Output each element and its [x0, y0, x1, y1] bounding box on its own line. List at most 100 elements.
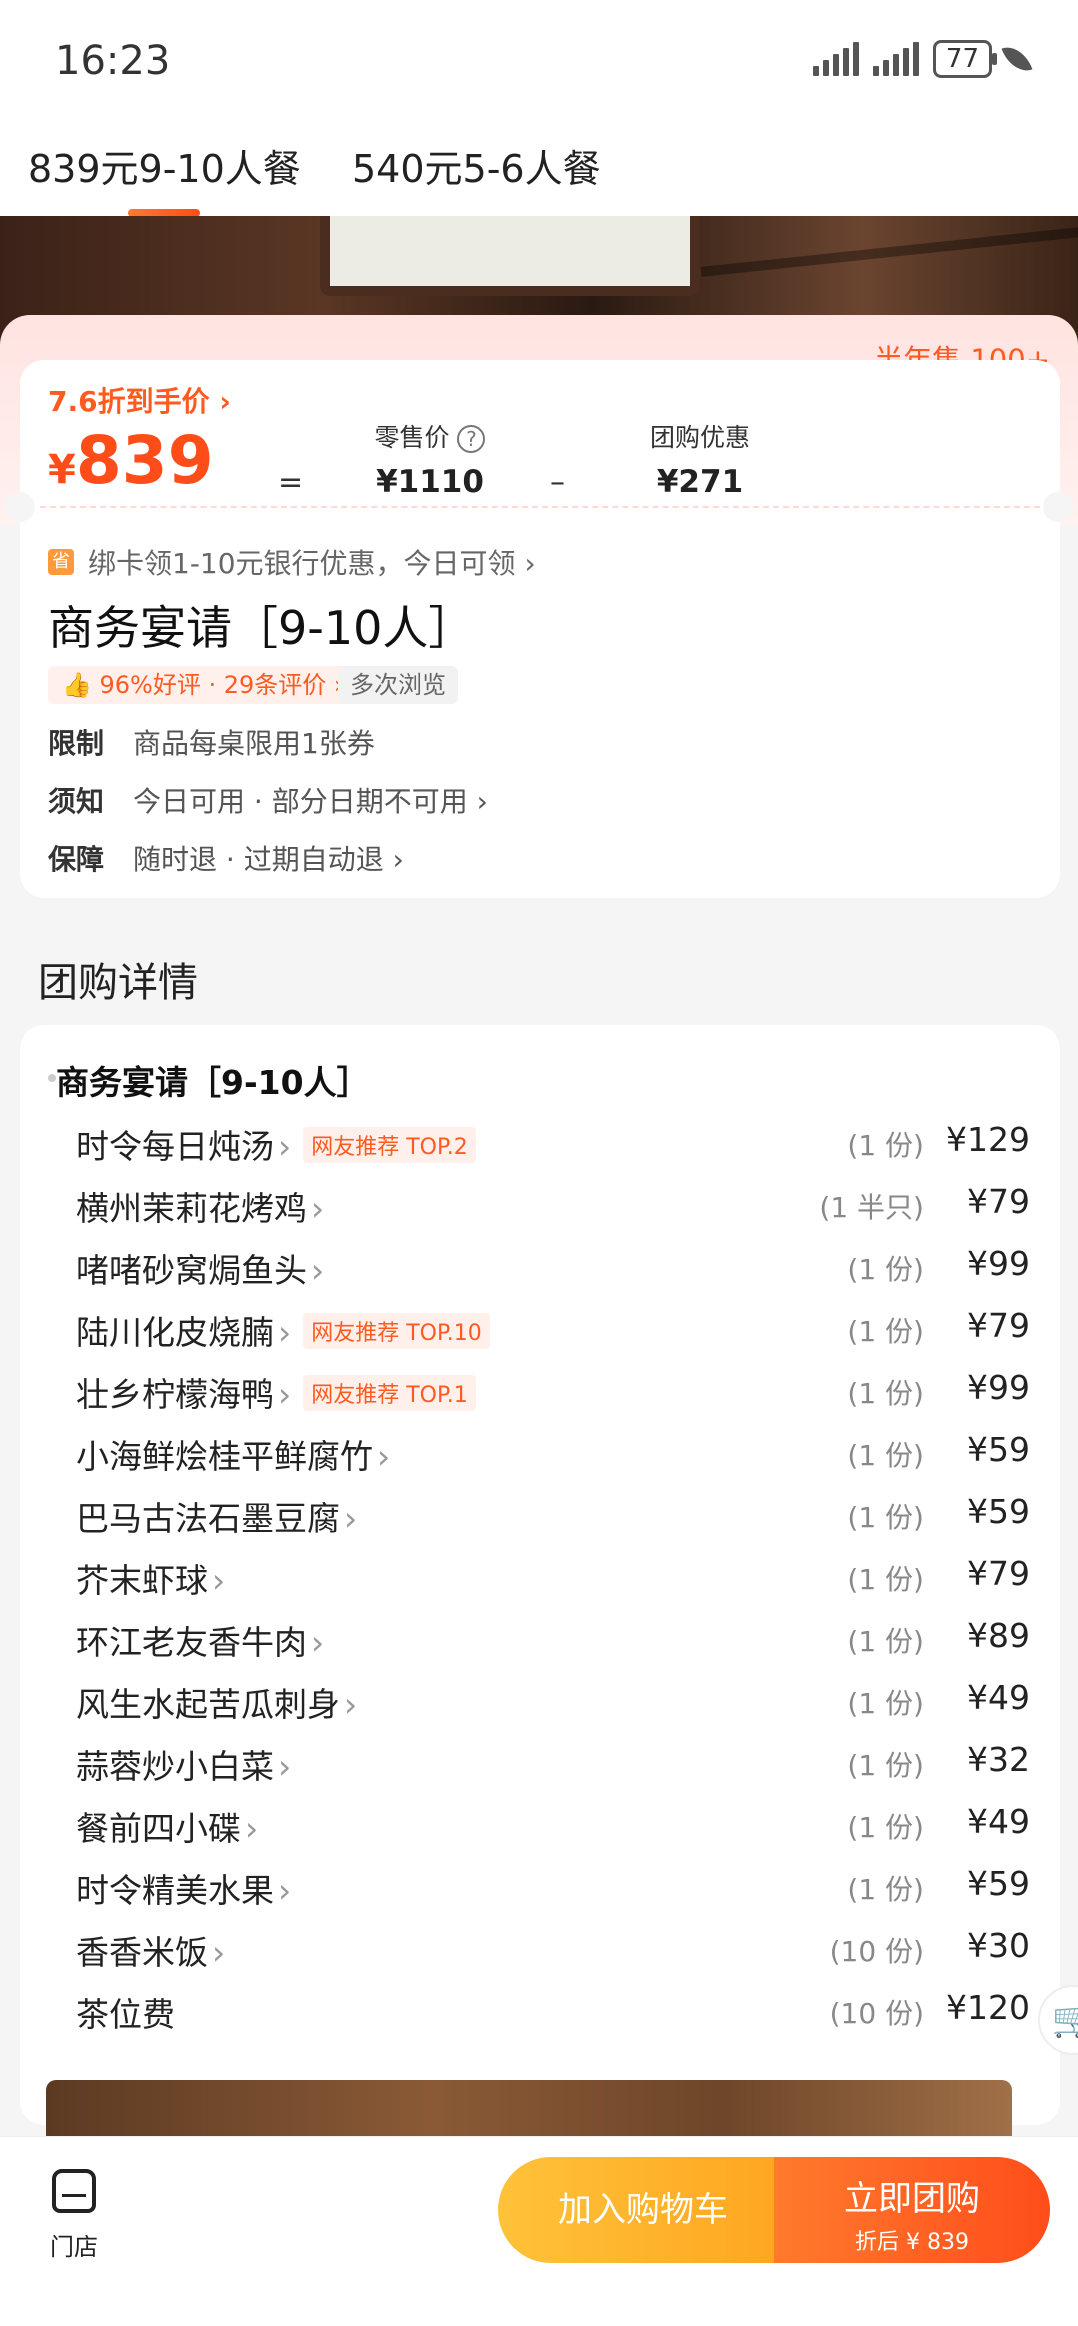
- menu-item[interactable]: 时令精美水果 › (1 份) ¥59: [0, 1854, 1078, 1916]
- menu-item[interactable]: 横州茉莉花烤鸡 › (1 半只) ¥79: [0, 1172, 1078, 1234]
- help-icon[interactable]: ?: [457, 425, 486, 453]
- chevron-right-icon: ›: [344, 1685, 358, 1724]
- menu-item-name: 啫啫砂窝焗鱼头: [76, 1251, 307, 1290]
- chevron-right-icon: ›: [278, 1375, 292, 1414]
- menu-item[interactable]: 陆川化皮烧腩 › 网友推荐 TOP.10 (1 份) ¥79: [0, 1296, 1078, 1358]
- menu-item-name: 香香米饭: [76, 1933, 208, 1972]
- deal-info-card: 省 绑卡领1-10元银行优惠，今日可领 › 商务宴请［9-10人］ 👍 96%好…: [20, 520, 1060, 898]
- menu-item[interactable]: 餐前四小碟 › (1 份) ¥49: [0, 1792, 1078, 1854]
- price-breakdown: 7.6折到手价 › ¥839 = 零售价 ? ¥1110 – 团购优惠 ¥271: [20, 360, 1060, 530]
- menu-item-price: ¥89: [967, 1616, 1030, 1655]
- menu-item-price: ¥59: [967, 1864, 1030, 1903]
- chevron-right-icon: ›: [212, 1561, 226, 1600]
- menu-item-qty: (1 份): [847, 1253, 924, 1286]
- system-icons: 77: [812, 40, 1033, 78]
- menu-item-price: ¥79: [967, 1306, 1030, 1345]
- menu-item-qty: (1 份): [847, 1873, 924, 1906]
- battery-icon: 77: [932, 40, 998, 78]
- tab-package-540[interactable]: 540元5-6人餐: [352, 138, 601, 193]
- chevron-right-icon: ›: [278, 1313, 292, 1352]
- menu-item-qty: (1 份): [847, 1811, 924, 1844]
- menu-item-name-wrap: 芥末虾球 ›: [76, 1554, 225, 1602]
- menu-item-qty: (10 份): [829, 1997, 924, 2030]
- coupon-icon: 省: [48, 549, 74, 575]
- menu-item-name: 陆川化皮烧腩: [76, 1313, 274, 1352]
- chevron-right-icon: ›: [377, 1437, 391, 1476]
- chevron-right-icon: ›: [278, 1747, 292, 1786]
- menu-item[interactable]: 香香米饭 › (10 份) ¥30: [0, 1916, 1078, 1978]
- minus-sign: –: [550, 465, 565, 500]
- retail-price-box: 零售价 ? ¥1110: [350, 418, 510, 500]
- recommend-tag: 网友推荐 TOP.1: [303, 1375, 476, 1411]
- menu-item-price: ¥79: [967, 1554, 1030, 1593]
- info-value: 随时退 · 过期自动退 ›: [133, 843, 404, 876]
- menu-item-price: ¥99: [967, 1244, 1030, 1283]
- menu-item-price: ¥30: [967, 1926, 1030, 1965]
- info-key: 须知: [48, 785, 105, 818]
- info-key: 保障: [48, 843, 105, 876]
- menu-item[interactable]: 芥末虾球 › (1 份) ¥79: [0, 1544, 1078, 1606]
- menu-item-price: ¥49: [967, 1678, 1030, 1717]
- ticket-divider: [40, 506, 1040, 508]
- menu-list: 时令每日炖汤 › 网友推荐 TOP.2 (1 份) ¥129 横州茉莉花烤鸡 › (1 半只)…: [0, 1110, 1078, 2040]
- chevron-right-icon: ›: [311, 1189, 325, 1228]
- chevron-right-icon: ›: [212, 1933, 226, 1972]
- menu-item-qty: (1 份): [847, 1687, 924, 1720]
- discount-label[interactable]: 7.6折到手价 ›: [48, 380, 231, 420]
- buy-now-label: 立即团购: [844, 2179, 980, 2219]
- signal-icon-2: [872, 42, 919, 76]
- ticket-notch-right: [1043, 492, 1073, 522]
- buy-now-button[interactable]: 立即团购 折后 ¥ 839: [774, 2157, 1050, 2263]
- rating-badge[interactable]: 👍 96%好评 · 29条评价 ›: [48, 666, 358, 704]
- chevron-right-icon: ›: [278, 1127, 292, 1166]
- status-bar: 16:23 77: [0, 0, 1078, 120]
- menu-item-name-wrap: 蒜蓉炒小白菜 ›: [76, 1740, 291, 1788]
- menu-item[interactable]: 环江老友香牛肉 › (1 份) ¥89: [0, 1606, 1078, 1668]
- menu-item-name: 风生水起苦瓜刺身: [76, 1685, 340, 1724]
- info-row-guarantee[interactable]: 保障 随时退 · 过期自动退 ›: [48, 838, 404, 878]
- bank-promo[interactable]: 省 绑卡领1-10元银行优惠，今日可领 ›: [48, 542, 536, 582]
- menu-item-name-wrap: 啫啫砂窝焗鱼头 ›: [76, 1244, 324, 1292]
- tab-package-839[interactable]: 839元9-10人餐: [28, 138, 301, 217]
- menu-item-name-wrap: 横州茉莉花烤鸡 ›: [76, 1182, 324, 1230]
- add-to-cart-button[interactable]: 加入购物车: [498, 2157, 788, 2263]
- ticket-notch-left: [5, 492, 35, 522]
- chevron-right-icon: ›: [311, 1251, 325, 1290]
- final-price: ¥839: [48, 422, 214, 499]
- menu-item-name-wrap: 茶位费: [76, 1988, 179, 2036]
- menu-item-qty: (1 份): [847, 1439, 924, 1472]
- group-discount-label: 团购优惠: [649, 423, 750, 452]
- menu-item[interactable]: 风生水起苦瓜刺身 › (1 份) ¥49: [0, 1668, 1078, 1730]
- menu-item[interactable]: 时令每日炖汤 › 网友推荐 TOP.2 (1 份) ¥129: [0, 1110, 1078, 1172]
- menu-item-price: ¥49: [967, 1802, 1030, 1841]
- menu-item-qty: (1 份): [847, 1749, 924, 1782]
- menu-item-name: 蒜蓉炒小白菜: [76, 1747, 274, 1786]
- menu-item-name: 壮乡柠檬海鸭: [76, 1375, 274, 1414]
- retail-price-label: 零售价: [374, 423, 450, 452]
- menu-item[interactable]: 啫啫砂窝焗鱼头 › (1 份) ¥99: [0, 1234, 1078, 1296]
- package-tabs: 839元9-10人餐 540元5-6人餐: [0, 120, 1078, 217]
- menu-item-price: ¥99: [967, 1368, 1030, 1407]
- menu-item[interactable]: 小海鲜烩桂平鲜腐竹 › (1 份) ¥59: [0, 1420, 1078, 1482]
- menu-item[interactable]: 巴马古法石墨豆腐 › (1 份) ¥59: [0, 1482, 1078, 1544]
- menu-item[interactable]: 蒜蓉炒小白菜 › (1 份) ¥32: [0, 1730, 1078, 1792]
- group-discount-value: ¥271: [656, 464, 744, 500]
- food-photo[interactable]: [46, 2080, 1012, 2140]
- menu-item-name-wrap: 小海鲜烩桂平鲜腐竹 ›: [76, 1430, 390, 1478]
- menu-item-name: 巴马古法石墨豆腐: [76, 1499, 340, 1538]
- store-button[interactable]: 门店: [44, 2169, 104, 2262]
- equals-sign: =: [278, 465, 304, 500]
- menu-item[interactable]: 壮乡柠檬海鸭 › 网友推荐 TOP.1 (1 份) ¥99: [0, 1358, 1078, 1420]
- info-key: 限制: [48, 727, 105, 760]
- info-value: 商品每桌限用1张券: [133, 727, 375, 760]
- store-label: 门店: [50, 2233, 98, 2261]
- info-row-notice[interactable]: 须知 今日可用 · 部分日期不可用 ›: [48, 780, 488, 820]
- group-discount-box: 团购优惠 ¥271: [620, 418, 780, 500]
- menu-item-name: 环江老友香牛肉: [76, 1623, 307, 1662]
- menu-item-name-wrap: 时令每日炖汤 › 网友推荐 TOP.2: [76, 1120, 476, 1168]
- menu-item-name-wrap: 餐前四小碟 ›: [76, 1802, 258, 1850]
- power-save-icon: [1001, 41, 1033, 77]
- signal-icon: [812, 42, 859, 76]
- bullet-icon: [48, 1074, 56, 1082]
- menu-item-qty: (1 份): [847, 1129, 924, 1162]
